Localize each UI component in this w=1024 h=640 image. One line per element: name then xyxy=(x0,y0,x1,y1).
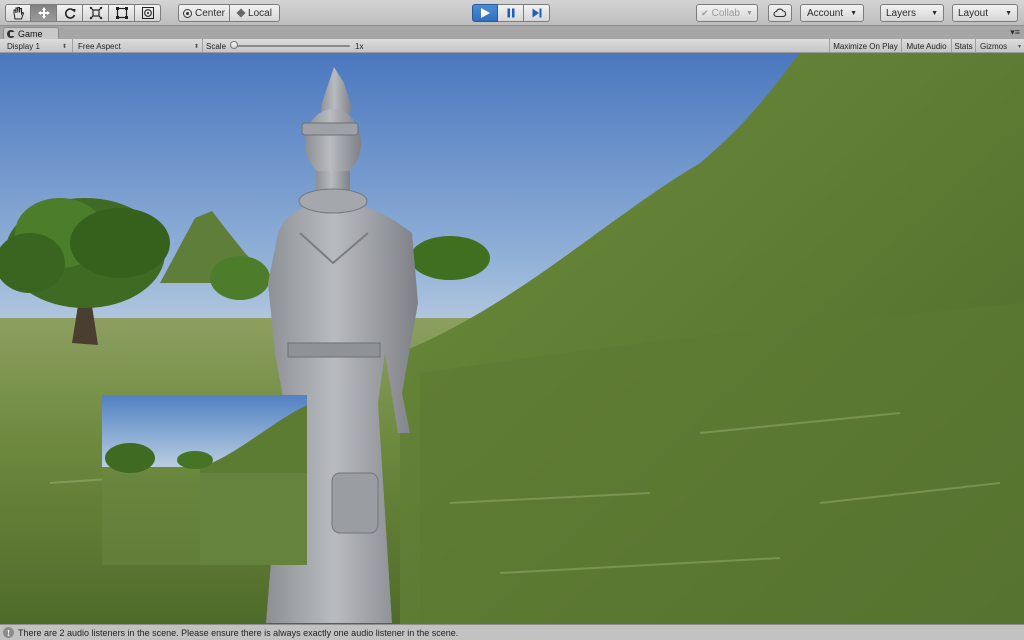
account-label: Account xyxy=(807,7,844,19)
dropdown-stepper-icon: ⬍ xyxy=(193,43,199,50)
console-status-bar[interactable]: ! There are 2 audio listeners in the sce… xyxy=(0,624,1024,640)
maximize-on-play-toggle[interactable]: Maximize On Play xyxy=(829,39,901,53)
move-icon xyxy=(37,7,50,19)
chevron-down-icon: ▼ xyxy=(1005,9,1012,17)
layout-group: Layout ▼ xyxy=(952,4,1018,22)
info-icon: ! xyxy=(3,627,14,638)
scale-value: 1x xyxy=(355,41,364,51)
chevron-down-icon: ▼ xyxy=(850,9,857,17)
cube-icon xyxy=(236,8,246,18)
layers-dropdown[interactable]: Layers ▼ xyxy=(880,4,944,22)
cloud-group xyxy=(768,4,792,22)
step-button[interactable] xyxy=(524,4,550,22)
window-tab-bar: Game ▾≡ xyxy=(0,26,1024,39)
status-message: There are 2 audio listeners in the scene… xyxy=(18,627,459,638)
game-controller-icon xyxy=(7,29,15,38)
rotate-tool-button[interactable] xyxy=(57,4,83,22)
collab-button[interactable]: ✔ Collab ▼ xyxy=(696,4,758,22)
rotate-icon xyxy=(64,8,75,19)
layers-label: Layers xyxy=(886,7,917,19)
transform-tool-button[interactable] xyxy=(135,4,161,22)
play-controls xyxy=(472,4,550,22)
pivot-icon xyxy=(182,8,192,18)
game-view-toolbar: Display 1 ⬍ Free Aspect ⬍ Scale 1x Maxim… xyxy=(0,39,1024,53)
game-render xyxy=(0,53,1024,624)
chevron-down-icon: ▼ xyxy=(931,9,938,17)
stats-label: Stats xyxy=(954,41,973,51)
scale-control: Scale 1x xyxy=(202,39,372,53)
pause-button[interactable] xyxy=(498,4,524,22)
check-icon: ✔ xyxy=(701,7,709,18)
transform-tools xyxy=(5,4,161,22)
hand-icon xyxy=(13,7,25,20)
play-icon xyxy=(481,8,490,18)
chevron-down-icon: ▼ xyxy=(745,9,753,17)
tab-game[interactable]: Game xyxy=(3,27,59,39)
scale-slider-thumb[interactable] xyxy=(230,41,238,49)
stats-toggle[interactable]: Stats xyxy=(951,39,975,53)
hand-tool-button[interactable] xyxy=(5,4,31,22)
account-dropdown[interactable]: Account ▼ xyxy=(800,4,864,22)
pivot-toggles: Center Local xyxy=(178,4,280,22)
mute-label: Mute Audio xyxy=(906,41,947,51)
layout-label: Layout xyxy=(958,7,989,19)
maximize-label: Maximize On Play xyxy=(833,41,898,51)
layout-dropdown[interactable]: Layout ▼ xyxy=(952,4,1018,22)
scale-icon xyxy=(89,6,102,20)
pivot-center-button[interactable]: Center xyxy=(178,4,230,22)
pivot-local-button[interactable]: Local xyxy=(230,4,280,22)
aspect-label: Free Aspect xyxy=(78,41,121,51)
display-label: Display 1 xyxy=(7,41,40,51)
game-viewport[interactable] xyxy=(0,53,1024,624)
step-icon xyxy=(532,8,541,18)
aspect-dropdown[interactable]: Free Aspect ⬍ xyxy=(72,39,202,53)
display-dropdown[interactable]: Display 1 ⬍ xyxy=(0,39,70,53)
rect-tool-button[interactable] xyxy=(109,4,135,22)
main-toolbar: Center Local ✔ Collab ▼ Account ▼ Layers… xyxy=(0,0,1024,26)
secondary-camera-view xyxy=(102,395,307,565)
pause-icon xyxy=(507,8,514,18)
dropdown-stepper-icon: ⬍ xyxy=(61,43,67,50)
play-button[interactable] xyxy=(472,4,498,22)
pivot-label: Center xyxy=(194,7,225,19)
cloud-button[interactable] xyxy=(768,4,792,22)
gizmos-label: Gizmos xyxy=(980,41,1008,51)
mute-audio-toggle[interactable]: Mute Audio xyxy=(901,39,951,53)
scale-slider[interactable] xyxy=(230,41,350,49)
tab-label: Game xyxy=(18,28,43,39)
gizmos-dropdown[interactable]: Gizmos ▾ xyxy=(975,39,1024,53)
scale-tool-button[interactable] xyxy=(83,4,109,22)
account-group: Account ▼ xyxy=(800,4,864,22)
move-tool-button[interactable] xyxy=(31,4,57,22)
layers-group: Layers ▼ xyxy=(880,4,944,22)
space-label: Local xyxy=(248,7,272,19)
rect-icon xyxy=(115,7,128,19)
cloud-icon xyxy=(773,8,787,18)
collab-group: ✔ Collab ▼ xyxy=(696,4,758,22)
chevron-down-icon: ▾ xyxy=(1017,43,1021,50)
tab-menu-icon[interactable]: ▾≡ xyxy=(1010,27,1020,38)
collab-label: Collab xyxy=(711,7,740,19)
scale-label: Scale xyxy=(206,41,227,51)
transform-icon xyxy=(141,7,154,19)
